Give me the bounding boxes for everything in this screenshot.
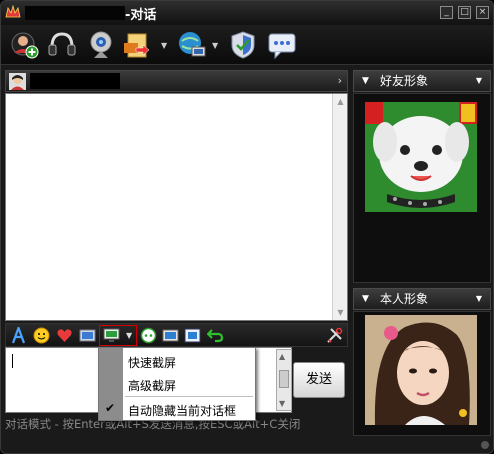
send-button[interactable]: 发送 bbox=[293, 362, 345, 398]
title-contact-redacted bbox=[25, 6, 125, 20]
checkmark-icon: ✔ bbox=[105, 401, 116, 415]
menu-item-quick-screenshot[interactable]: 快速截屏 bbox=[128, 354, 176, 371]
input-scroll-thumb[interactable] bbox=[279, 370, 289, 388]
settings-tools-icon[interactable] bbox=[326, 327, 343, 344]
heart-icon[interactable] bbox=[56, 327, 73, 344]
input-scroll-up-icon[interactable]: ▲ bbox=[279, 352, 285, 361]
screenshot-icon bbox=[103, 328, 120, 342]
history-scrollbar[interactable]: ▲ ▼ bbox=[332, 94, 347, 320]
friend-avatar-label: 好友形象 bbox=[380, 74, 429, 88]
screenshot-dropdown-icon[interactable]: ▼ bbox=[126, 331, 132, 340]
friend-avatar-image[interactable] bbox=[365, 102, 477, 212]
input-scroll-down-icon[interactable]: ▼ bbox=[279, 399, 285, 408]
screenshot-button[interactable]: ▼ bbox=[99, 325, 137, 346]
message-bubble-icon[interactable] bbox=[266, 29, 298, 61]
voice-headset-icon[interactable] bbox=[46, 29, 78, 61]
text-caret bbox=[12, 354, 13, 368]
security-shield-icon[interactable] bbox=[227, 29, 259, 61]
image-icon[interactable] bbox=[79, 327, 96, 344]
menu-item-advanced-screenshot[interactable]: 高级截屏 bbox=[128, 377, 176, 394]
format-toolbar: ▼ bbox=[5, 323, 348, 347]
chat-history[interactable]: ▲ ▼ bbox=[5, 93, 348, 321]
chat-window: -对话 _ □ × ▼ ▼ › ▲ ▼ ▼ ▲ ▼ 发送 对话模式 - 按Ent… bbox=[0, 0, 494, 454]
resize-grip[interactable] bbox=[481, 441, 489, 449]
chat-contact-header[interactable]: › bbox=[5, 70, 348, 92]
send-file-dropdown-icon[interactable]: ▼ bbox=[161, 42, 169, 50]
friend-avatar-header[interactable]: ▼ 好友形象 ▼ bbox=[353, 70, 491, 92]
remote-desktop-dropdown-icon[interactable]: ▼ bbox=[212, 42, 220, 50]
webcam-icon[interactable] bbox=[85, 29, 117, 61]
window-title: -对话 bbox=[125, 8, 157, 23]
chevron-right-icon[interactable]: › bbox=[338, 74, 342, 87]
self-avatar-label: 本人形象 bbox=[380, 292, 429, 306]
collapse-chevron-icon[interactable]: ▼ bbox=[362, 71, 369, 91]
minimize-button[interactable]: _ bbox=[440, 6, 453, 19]
menu-item-auto-hide[interactable]: 自动隐藏当前对话框 bbox=[128, 402, 236, 419]
self-avatar-image[interactable] bbox=[365, 315, 477, 425]
menu-separator bbox=[125, 396, 253, 397]
self-avatar-header[interactable]: ▼ 本人形象 ▼ bbox=[353, 288, 491, 310]
contact-name-redacted bbox=[30, 73, 120, 89]
contact-avatar-icon bbox=[9, 73, 26, 90]
send-file-icon[interactable] bbox=[121, 29, 153, 61]
close-button[interactable]: × bbox=[476, 6, 489, 19]
app-logo-icon[interactable] bbox=[5, 5, 21, 19]
title-bar[interactable]: -对话 _ □ × bbox=[1, 1, 493, 25]
emoticon-icon[interactable] bbox=[33, 327, 50, 344]
scroll-up-icon[interactable]: ▲ bbox=[335, 96, 346, 107]
screenshot-menu: 快速截屏 高级截屏 ✔ 自动隐藏当前对话框 bbox=[98, 347, 256, 421]
input-scrollbar[interactable]: ▲ ▼ bbox=[276, 349, 292, 411]
scroll-down-icon[interactable]: ▼ bbox=[335, 307, 346, 318]
friend-avatar-dropdown-icon[interactable]: ▼ bbox=[476, 71, 482, 91]
self-avatar-dropdown-icon[interactable]: ▼ bbox=[476, 289, 482, 309]
maximize-button[interactable]: □ bbox=[458, 6, 471, 19]
font-icon[interactable] bbox=[10, 327, 27, 344]
main-toolbar: ▼ ▼ bbox=[1, 25, 493, 65]
picture-icon[interactable] bbox=[162, 327, 179, 344]
undo-arrow-icon[interactable] bbox=[207, 327, 224, 344]
collapse-chevron-icon[interactable]: ▼ bbox=[362, 289, 369, 309]
card-icon[interactable] bbox=[184, 327, 201, 344]
add-contact-icon[interactable] bbox=[9, 29, 41, 61]
remote-desktop-icon[interactable] bbox=[176, 29, 208, 61]
voice-message-icon[interactable] bbox=[140, 327, 157, 344]
